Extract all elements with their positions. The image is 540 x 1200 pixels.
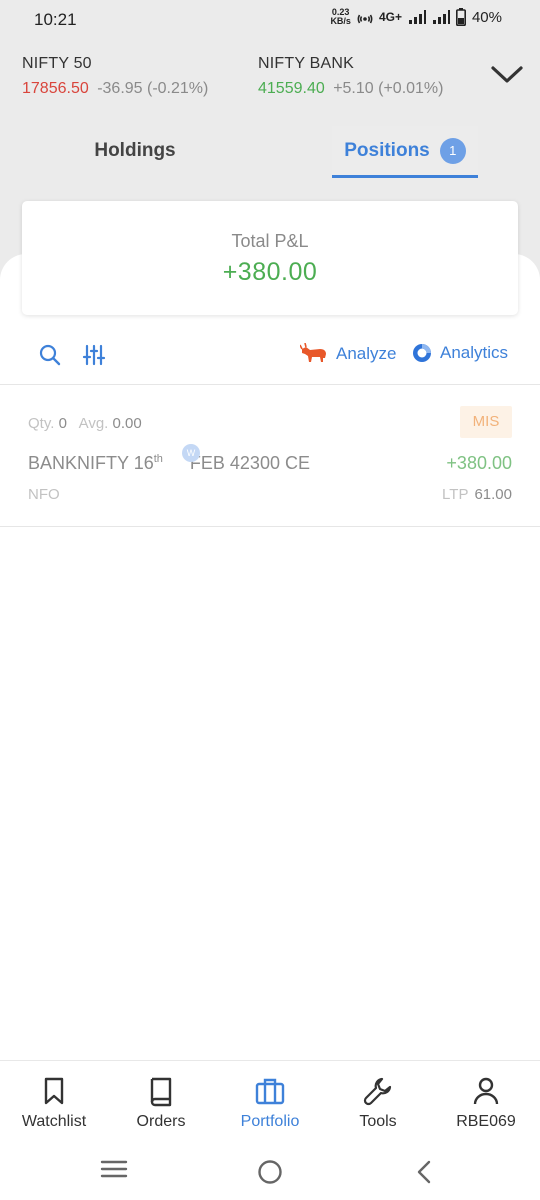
tab-holdings[interactable]: Holdings — [60, 126, 210, 176]
analytics-button[interactable]: Analytics — [412, 343, 508, 363]
bottom-nav: Watchlist Orders Portfolio Tools RBE069 — [0, 1060, 540, 1140]
book-icon — [150, 1077, 172, 1107]
position-avg: 0.00 — [112, 415, 142, 432]
signal-icon-2 — [432, 10, 450, 24]
index-change: -36.95 (-0.21%) — [97, 80, 209, 97]
tab-positions[interactable]: Positions 1 — [332, 126, 478, 178]
position-qty-avg: Qty. 0 Avg. 0.00 — [28, 415, 142, 432]
status-icons: 0.23 KB/s 4G+ 40% — [330, 8, 502, 26]
product-badge: MIS — [460, 406, 512, 438]
chevron-down-icon[interactable] — [490, 64, 524, 86]
divider — [0, 384, 540, 385]
position-pnl: +380.00 — [446, 453, 512, 473]
network-type: 4G+ — [378, 10, 402, 24]
nav-profile[interactable]: RBE069 — [432, 1075, 540, 1131]
briefcase-icon — [255, 1078, 285, 1105]
search-icon[interactable] — [38, 343, 62, 367]
wrench-icon — [363, 1077, 392, 1106]
battery-level: 40% — [471, 8, 502, 26]
tab-label: Holdings — [94, 140, 176, 161]
status-time: 10:21 — [34, 10, 77, 29]
total-pnl-card: Total P&L +380.00 — [22, 201, 518, 315]
back-icon[interactable] — [415, 1160, 433, 1184]
analyze-button[interactable]: Analyze — [300, 343, 396, 365]
nav-label: Portfolio — [240, 1113, 300, 1130]
weekly-expiry-badge: W — [182, 444, 200, 462]
nav-watchlist[interactable]: Watchlist — [0, 1075, 108, 1131]
hotspot-icon — [357, 14, 373, 24]
positions-count-badge: 1 — [439, 137, 466, 164]
tab-label: Positions — [344, 139, 430, 161]
bookmark-icon — [44, 1077, 64, 1105]
index-name: NIFTY 50 — [22, 55, 92, 72]
home-icon[interactable] — [257, 1159, 283, 1185]
index-nifty-bank[interactable]: NIFTY BANK 41559.40 +5.10 (+0.01%) — [258, 55, 443, 98]
nav-label: Tools — [359, 1113, 397, 1130]
bull-icon — [300, 343, 326, 362]
status-bar: 10:21 0.23 KB/s 4G+ 40% — [0, 0, 540, 40]
recent-apps-icon[interactable] — [100, 1158, 128, 1180]
filter-icon[interactable] — [82, 343, 106, 367]
nav-label: RBE069 — [456, 1113, 516, 1130]
analyze-label: Analyze — [336, 344, 397, 363]
position-symbol: BANKNIFTY 16th FEB 42300 CE — [28, 453, 310, 473]
analytics-label: Analytics — [440, 343, 509, 362]
network-speed: 0.23 KB/s — [330, 7, 351, 26]
position-exchange: NFO — [28, 486, 60, 503]
battery-icon — [455, 8, 466, 26]
index-value: 41559.40 — [258, 80, 325, 97]
total-pnl-label: Total P&L — [231, 231, 309, 251]
index-change: +5.10 (+0.01%) — [333, 80, 444, 97]
position-row[interactable]: Qty. 0 Avg. 0.00 MIS BANKNIFTY 16th FEB … — [0, 386, 540, 527]
index-value: 17856.50 — [22, 80, 89, 97]
nav-tools[interactable]: Tools — [324, 1075, 432, 1131]
position-ltp: LTP 61.00 — [442, 486, 512, 503]
divider — [0, 526, 540, 527]
index-nifty-50[interactable]: NIFTY 50 17856.50 -36.95 (-0.21%) — [22, 55, 208, 98]
nav-orders[interactable]: Orders — [107, 1075, 215, 1131]
index-name: NIFTY BANK — [258, 55, 354, 72]
position-ltp-value: 61.00 — [474, 486, 512, 503]
nav-label: Watchlist — [21, 1113, 87, 1130]
total-pnl-value: +380.00 — [222, 258, 318, 286]
nav-portfolio[interactable]: Portfolio — [216, 1075, 324, 1131]
system-nav-bar — [0, 1140, 540, 1200]
nav-label: Orders — [136, 1113, 186, 1130]
analytics-icon — [413, 344, 431, 362]
signal-icon — [408, 10, 426, 24]
position-qty: 0 — [58, 415, 67, 432]
user-icon — [473, 1077, 499, 1105]
